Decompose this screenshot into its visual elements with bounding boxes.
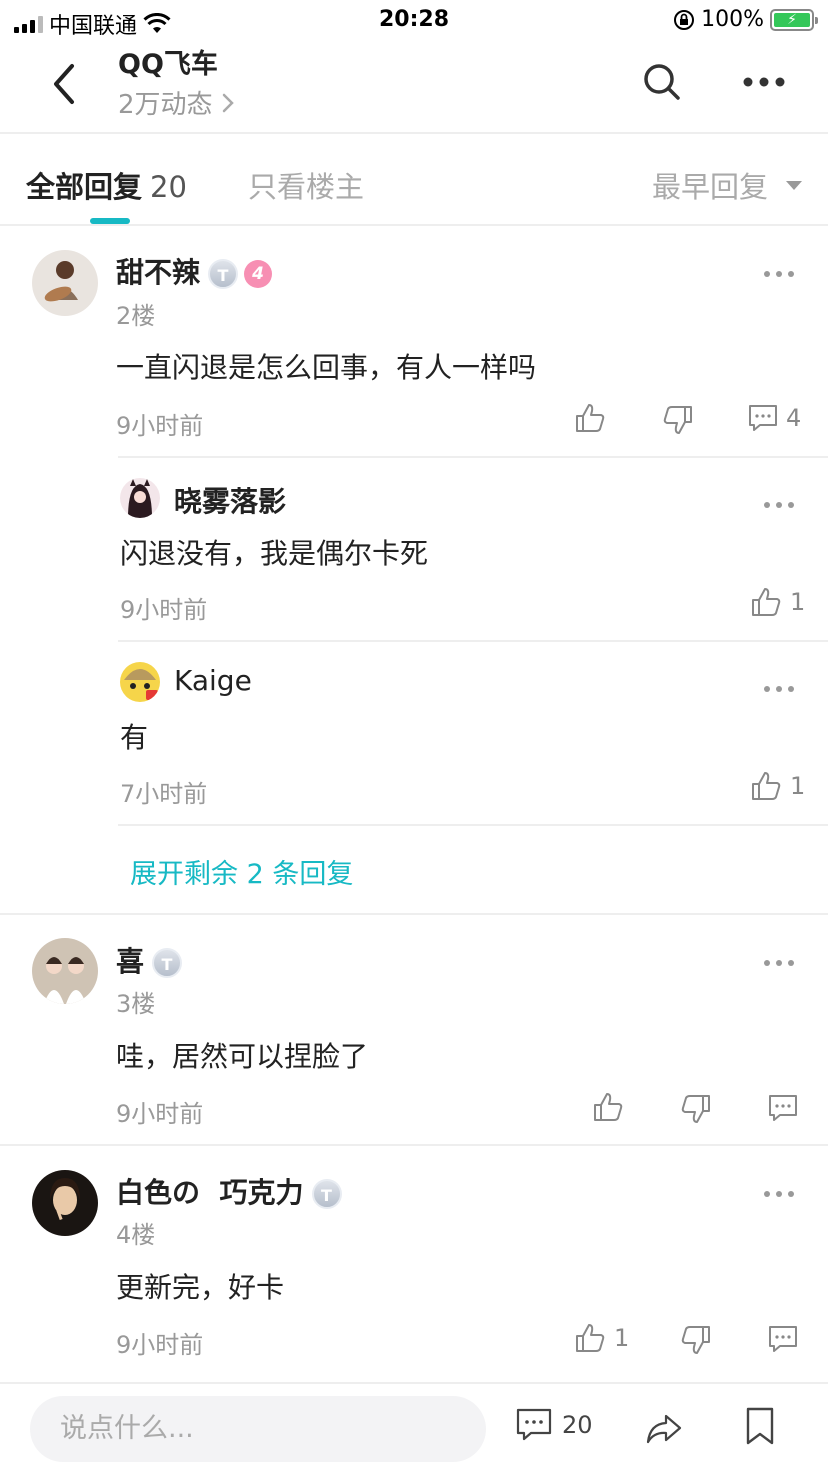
floor-number: 2楼 — [116, 302, 156, 330]
divider — [118, 640, 828, 642]
reply-text: 有 — [120, 721, 149, 754]
avatar[interactable] — [32, 250, 98, 316]
comment-more-icon[interactable] — [764, 960, 794, 968]
back-icon[interactable] — [44, 58, 84, 110]
comment-text: 哇，居然可以捏脸了 — [116, 1040, 369, 1073]
title-badge-icon: T — [208, 259, 239, 289]
thumb-up-icon[interactable] — [574, 402, 606, 434]
reply-more-icon[interactable] — [764, 686, 794, 694]
comment-icon — [749, 405, 777, 431]
share-icon[interactable] — [644, 1408, 684, 1448]
reply-time: 9小时前 — [120, 596, 208, 624]
title-badge-icon: T — [311, 1179, 342, 1209]
battery-icon: ⚡ — [770, 8, 818, 31]
username[interactable]: 喜T — [116, 940, 183, 980]
status-bar: 中国联通 20:28 100% ⚡ — [0, 0, 828, 40]
caret-down-icon — [786, 180, 802, 190]
comment-icon[interactable] — [768, 1094, 798, 1122]
comment-time: 9小时前 — [116, 1100, 204, 1128]
comment-icon[interactable] — [768, 1325, 798, 1353]
tab-all-count: 20 — [150, 170, 187, 204]
username[interactable]: 白色の 巧克力 T — [116, 1171, 342, 1211]
divider — [0, 224, 828, 226]
comment-more-icon[interactable] — [764, 1191, 794, 1199]
floor-number: 4楼 — [116, 1221, 156, 1249]
reply-time: 7小时前 — [120, 780, 208, 808]
like-count: 1 — [790, 588, 806, 616]
username[interactable]: 甜不辣 T 4 — [116, 251, 273, 291]
divider — [0, 913, 828, 915]
comments-button[interactable]: 20 — [516, 1408, 593, 1442]
sort-label: 最早回复 — [651, 170, 768, 204]
orientation-lock-icon — [674, 9, 695, 30]
subtitle-text: 2万动态 — [118, 90, 213, 120]
comment-text: 更新完，好卡 — [116, 1271, 285, 1304]
comment-time: 9小时前 — [116, 412, 204, 440]
thumb-up-icon — [752, 588, 781, 616]
bottom-bar: 说点什么... 20 — [0, 1382, 828, 1472]
reply-username[interactable]: 晓雾落影 — [174, 480, 286, 520]
tab-all-replies[interactable]: 全部回复 20 — [26, 164, 187, 206]
like-button[interactable]: 1 — [574, 1322, 629, 1354]
comment-icon — [516, 1408, 552, 1441]
avatar[interactable] — [32, 1170, 98, 1236]
reply-tabs: 全部回复 20 只看楼主 最早回复 — [0, 134, 828, 226]
thumb-down-icon[interactable] — [662, 404, 694, 436]
thumb-down-icon[interactable] — [680, 1093, 712, 1125]
title-badge-icon: T — [152, 948, 183, 978]
subtitle-link[interactable]: 2万动态 — [118, 84, 235, 121]
reply-count: 4 — [786, 404, 802, 432]
thumb-down-icon[interactable] — [680, 1324, 712, 1356]
search-icon[interactable] — [640, 60, 684, 104]
divider — [0, 1144, 828, 1146]
divider — [118, 824, 828, 826]
level-badge: 4 — [244, 260, 273, 288]
comment-count: 20 — [562, 1411, 593, 1439]
page-title: QQ飞车 — [118, 49, 218, 80]
thumb-up-icon — [576, 1324, 605, 1352]
chevron-right-icon — [222, 93, 234, 112]
divider — [118, 456, 828, 458]
reply-like-button[interactable]: 1 — [750, 770, 805, 802]
expand-replies-link[interactable]: 展开剩余 2 条回复 — [130, 852, 353, 891]
tab-owner-only[interactable]: 只看楼主 — [248, 164, 364, 206]
reply-username[interactable]: Kaige — [174, 664, 252, 697]
avatar[interactable] — [120, 662, 160, 702]
comment-time: 9小时前 — [116, 1331, 204, 1359]
avatar[interactable] — [32, 938, 98, 1004]
avatar[interactable] — [120, 478, 160, 518]
reply-like-button[interactable]: 1 — [750, 586, 805, 618]
sort-dropdown[interactable]: 最早回复 — [652, 164, 802, 206]
bookmark-icon[interactable] — [742, 1406, 778, 1446]
comment-text: 一直闪退是怎么回事，有人一样吗 — [116, 351, 537, 384]
like-count: 1 — [790, 772, 806, 800]
reply-text: 闪退没有，我是偶尔卡死 — [120, 537, 429, 570]
thumb-up-icon[interactable] — [592, 1091, 624, 1123]
comment-input[interactable]: 说点什么... — [30, 1396, 486, 1462]
reply-more-icon[interactable] — [764, 502, 794, 510]
like-count: 1 — [614, 1324, 630, 1352]
app-header: QQ飞车 2万动态 — [0, 40, 828, 132]
tab-all-label: 全部回复 — [26, 170, 143, 204]
reply-count-button[interactable]: 4 — [748, 404, 801, 432]
battery-percent: 100% — [701, 7, 764, 32]
comment-more-icon[interactable] — [764, 271, 794, 279]
thumb-up-icon — [752, 772, 781, 800]
more-icon[interactable] — [740, 68, 788, 96]
floor-number: 3楼 — [116, 990, 156, 1018]
